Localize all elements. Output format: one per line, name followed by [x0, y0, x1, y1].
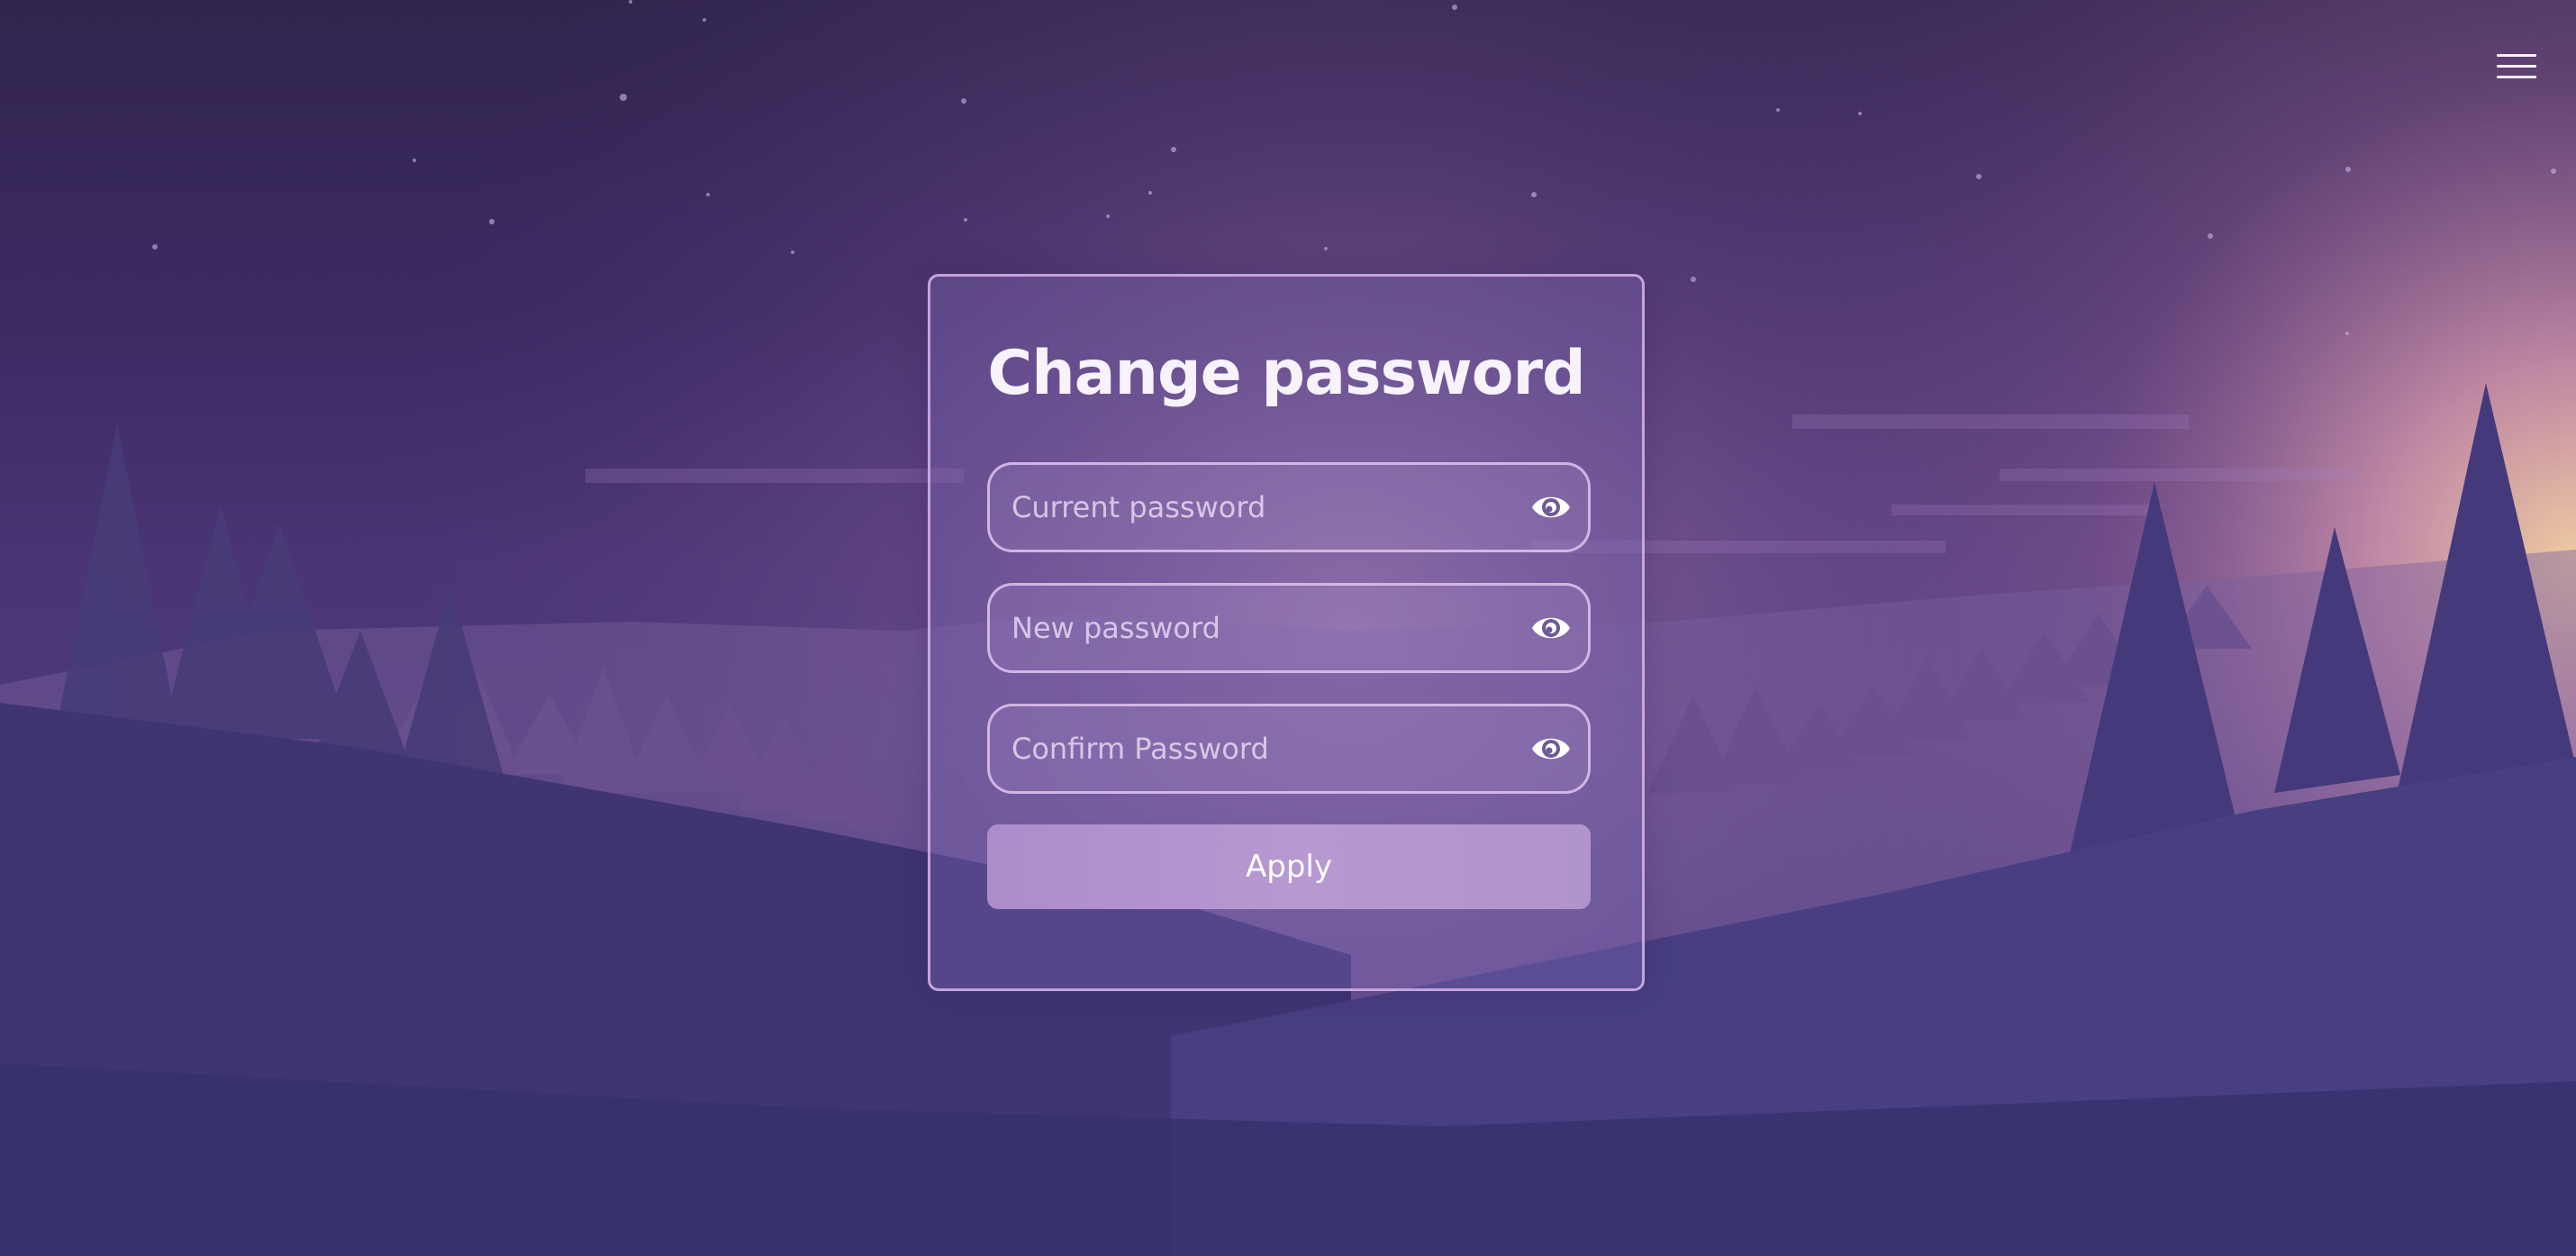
hamburger-menu-icon-line [2497, 65, 2536, 68]
page: Change password Apply [0, 0, 2576, 1256]
eye-icon[interactable] [1530, 730, 1572, 768]
hamburger-menu-icon-line [2497, 54, 2536, 57]
eye-icon[interactable] [1530, 609, 1572, 647]
new-password-field [987, 583, 1591, 673]
eye-icon[interactable] [1530, 488, 1572, 526]
hamburger-menu-button[interactable] [2497, 54, 2536, 86]
hamburger-menu-icon-line [2497, 76, 2536, 78]
page-title: Change password [987, 338, 1585, 409]
change-password-card: Change password Apply [928, 274, 1645, 991]
current-password-field [987, 462, 1591, 552]
new-password-input[interactable] [1011, 586, 1498, 670]
current-password-input[interactable] [1011, 465, 1498, 550]
apply-button[interactable]: Apply [987, 824, 1591, 909]
confirm-password-input[interactable] [1011, 706, 1498, 791]
confirm-password-field [987, 704, 1591, 794]
